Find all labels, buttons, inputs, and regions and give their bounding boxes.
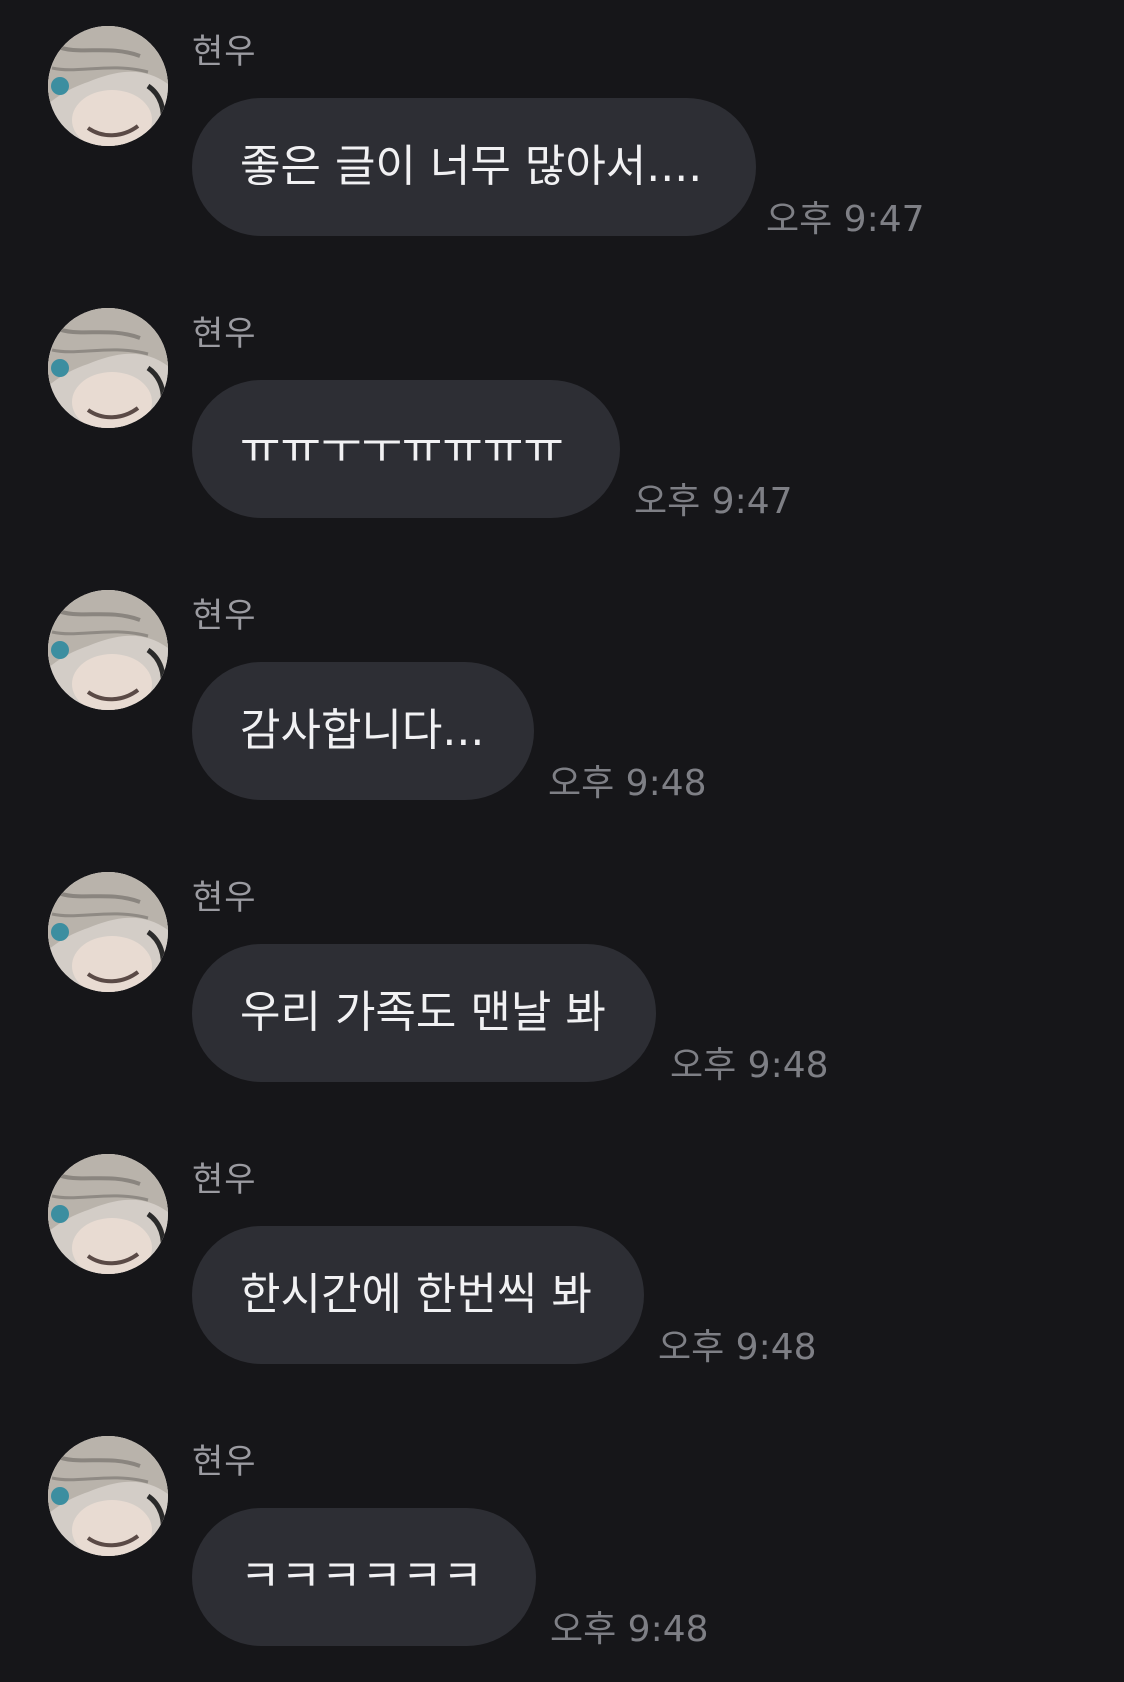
avatar[interactable] (48, 1154, 168, 1274)
avatar-photo-icon (48, 1436, 168, 1556)
avatar[interactable] (48, 1436, 168, 1556)
message-timestamp: 오후 9:48 (670, 1045, 829, 1086)
message-timestamp: 오후 9:47 (766, 199, 925, 240)
sender-name: 현우 (192, 596, 257, 636)
chat-message: 현우 감사합니다... 오후 9:48 (0, 564, 1124, 824)
message-bubble[interactable]: 우리 가족도 맨날 봐 (192, 944, 656, 1082)
message-timestamp: 오후 9:48 (550, 1609, 709, 1650)
avatar[interactable] (48, 590, 168, 710)
chat-message: 현우 ㅋㅋㅋㅋㅋㅋ 오후 9:48 (0, 1410, 1124, 1670)
chat-message: 현우 좋은 글이 너무 많아서.... 오후 9:47 (0, 0, 1124, 260)
avatar-photo-icon (48, 590, 168, 710)
sender-name: 현우 (192, 878, 257, 918)
avatar-photo-icon (48, 308, 168, 428)
message-bubble[interactable]: 좋은 글이 너무 많아서.... (192, 98, 756, 236)
message-timestamp: 오후 9:48 (658, 1327, 817, 1368)
avatar[interactable] (48, 308, 168, 428)
avatar[interactable] (48, 26, 168, 146)
sender-name: 현우 (192, 1160, 257, 1200)
avatar[interactable] (48, 872, 168, 992)
message-bubble[interactable]: 한시간에 한번씩 봐 (192, 1226, 644, 1364)
sender-name: 현우 (192, 32, 257, 72)
message-timestamp: 오후 9:48 (548, 763, 707, 804)
avatar-photo-icon (48, 872, 168, 992)
chat-message: 현우 우리 가족도 맨날 봐 오후 9:48 (0, 846, 1124, 1106)
chat-message: 현우 한시간에 한번씩 봐 오후 9:48 (0, 1128, 1124, 1388)
chat-message-list[interactable]: 현우 좋은 글이 너무 많아서.... 오후 9:47 현우 ㅠㅠㅜㅜㅠㅠㅠㅠ … (0, 0, 1124, 1682)
message-timestamp: 오후 9:47 (634, 481, 793, 522)
chat-message: 현우 ㅠㅠㅜㅜㅠㅠㅠㅠ 오후 9:47 (0, 282, 1124, 542)
message-bubble[interactable]: ㅋㅋㅋㅋㅋㅋ (192, 1508, 536, 1646)
sender-name: 현우 (192, 314, 257, 354)
sender-name: 현우 (192, 1442, 257, 1482)
message-bubble[interactable]: 감사합니다... (192, 662, 534, 800)
avatar-photo-icon (48, 26, 168, 146)
avatar-photo-icon (48, 1154, 168, 1274)
message-bubble[interactable]: ㅠㅠㅜㅜㅠㅠㅠㅠ (192, 380, 620, 518)
